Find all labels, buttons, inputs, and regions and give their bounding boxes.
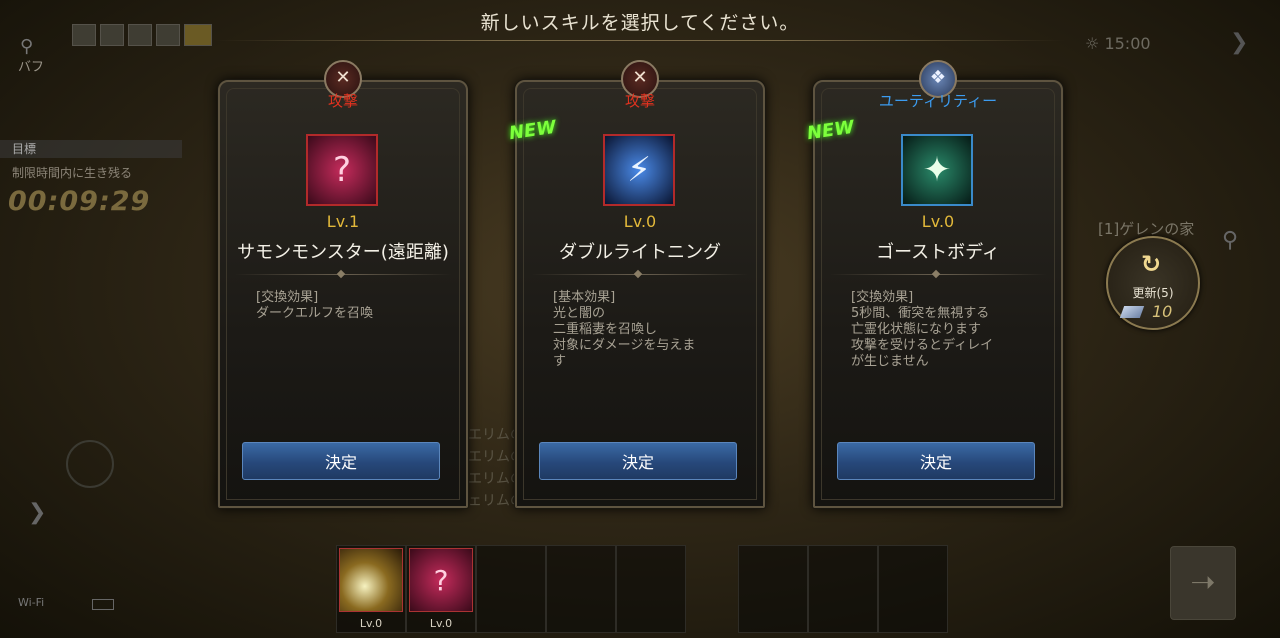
- wifi-status: Wi-Fi: [18, 596, 45, 609]
- empty-skill-slot[interactable]: [878, 545, 948, 633]
- card-skill-name: ダブルライトニング: [559, 242, 721, 263]
- card-description: [交換効果] ダークエルフを召喚: [256, 290, 374, 321]
- clock-time: 15:00: [1104, 34, 1151, 53]
- title-divider: [215, 40, 1065, 41]
- card-category: 攻撃: [327, 92, 358, 110]
- goal-header: 目標: [0, 140, 182, 158]
- chevron-right-icon[interactable]: ❯: [1230, 30, 1248, 55]
- summon-skill-icon: ?: [306, 134, 378, 206]
- card-skill-name: ゴーストボディ: [876, 242, 1000, 263]
- card-level: Lv.0: [623, 212, 657, 231]
- refresh-cost: 10: [1152, 302, 1173, 321]
- decide-button[interactable]: 決定: [242, 442, 440, 480]
- skill-slot[interactable]: ? Lv.0: [406, 545, 476, 633]
- fireball-icon: [339, 548, 403, 612]
- card-category: ユーティリティー: [878, 92, 998, 110]
- summon-skill-icon: ?: [409, 548, 473, 612]
- empty-skill-slot[interactable]: [808, 545, 878, 633]
- skill-slot-bar-right: [738, 545, 948, 633]
- buff-label: バフ: [18, 60, 45, 75]
- hud-quick-icons: [72, 24, 212, 46]
- empty-skill-slot[interactable]: [738, 545, 808, 633]
- party-icon[interactable]: [156, 24, 180, 46]
- person-icon[interactable]: ⚲: [1222, 228, 1238, 253]
- clock: ☼ 15:00: [1085, 34, 1151, 53]
- slot-level: Lv.0: [429, 617, 453, 630]
- skill-slot[interactable]: Lv.0: [336, 545, 406, 633]
- skill-card-summon-monster[interactable]: ✕ 攻撃 ? Lv.1 サモンモンスター(遠距離) [交換効果] ダークエルフを…: [218, 60, 468, 508]
- play-icon[interactable]: [100, 24, 124, 46]
- empty-skill-slot[interactable]: [616, 545, 686, 633]
- goal-description: 制限時間内に生き残る: [12, 166, 133, 180]
- empty-skill-slot[interactable]: [546, 545, 616, 633]
- card-level: Lv.0: [921, 212, 955, 231]
- ghost-skill-icon: ✦: [901, 134, 973, 206]
- card-description: [基本効果] 光と闇の 二重稲妻を召喚し 対象にダメージを与えま す: [553, 290, 696, 369]
- empty-skill-slot[interactable]: [476, 545, 546, 633]
- chevron-left-icon[interactable]: ❯: [28, 500, 46, 525]
- mail-icon[interactable]: [72, 24, 96, 46]
- skill-card-double-lightning[interactable]: ✕ 攻撃 NEW ⚡ Lv.0 ダブルライトニング [基本効果] 光と闇の 二重…: [508, 60, 765, 508]
- scroll-icon[interactable]: ➝: [1170, 546, 1236, 620]
- sun-icon: ☼: [1085, 34, 1100, 53]
- character-icon[interactable]: [128, 24, 152, 46]
- joystick[interactable]: [66, 440, 114, 488]
- decide-button[interactable]: 決定: [837, 442, 1035, 480]
- battery-icon: [92, 599, 114, 610]
- goal-timer: 00:09:29: [8, 186, 151, 217]
- card-skill-name: サモンモンスター(遠距離): [237, 242, 449, 263]
- skill-slot-bar-left: Lv.0 ? Lv.0: [336, 545, 686, 633]
- inventory-icon[interactable]: [184, 24, 212, 46]
- skill-card-ghost-body[interactable]: ❖ ユーティリティー NEW ✦ Lv.0 ゴーストボディ [交換効果] 5秒間…: [806, 60, 1063, 508]
- decide-button[interactable]: 決定: [539, 442, 737, 480]
- lightning-skill-icon: ⚡: [603, 134, 675, 206]
- refresh-label: 更新(5): [1132, 286, 1174, 300]
- card-category: 攻撃: [624, 92, 655, 110]
- card-description: [交換効果] 5秒間、衝突を無視する 亡霊化状態になります 攻撃を受けるとディレ…: [851, 290, 994, 369]
- refresh-icon: ↻: [1140, 250, 1162, 278]
- slot-level: Lv.0: [359, 617, 383, 630]
- card-level: Lv.1: [326, 212, 360, 231]
